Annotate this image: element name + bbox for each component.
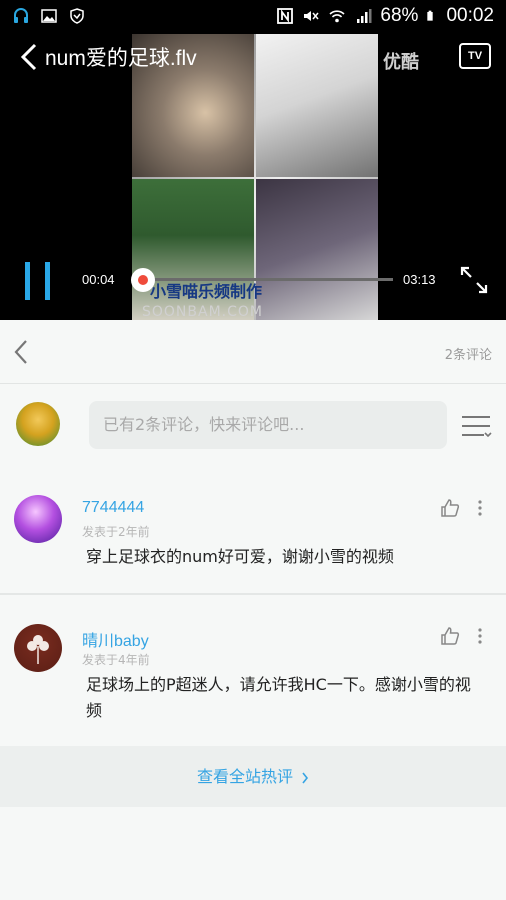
shield-icon	[70, 8, 84, 24]
blank-area	[0, 807, 506, 900]
more-icon[interactable]	[476, 498, 484, 518]
clock: 00:02	[446, 5, 494, 26]
video-watermark-domain: SOONBAM.COM	[142, 304, 263, 320]
nfc-icon	[277, 8, 294, 24]
comment-text: 穿上足球衣的num好可爱，谢谢小雪的视频	[86, 547, 394, 566]
comment-text: 足球场上的P超迷人，请允许我HC一下。感谢小雪的视频	[86, 675, 471, 720]
comment-time: 发表于4年前	[82, 653, 150, 667]
current-time: 00:04	[82, 272, 115, 287]
headset-icon	[14, 8, 28, 23]
video-player[interactable]: 小雪喵乐频制作 SOONBAM.COM num爱的足球.flv 优酷 TV 00…	[0, 34, 506, 320]
wifi-icon	[329, 10, 345, 23]
chevron-right-icon	[302, 772, 309, 783]
comment-time: 发表于2年前	[82, 525, 150, 539]
comment-username[interactable]: 晴川baby	[82, 627, 149, 651]
comment-item: 晴川baby 发表于4年前 足球场上的P超迷人，请允许我HC一下。感谢小雪的视频	[0, 595, 506, 746]
comment-avatar[interactable]	[14, 624, 62, 672]
comment-count: 2条评论	[444, 348, 492, 363]
cast-tv-button[interactable]: TV	[459, 43, 491, 69]
comments-header: 2条评论	[0, 320, 506, 384]
my-avatar[interactable]	[16, 402, 60, 446]
video-watermark: 小雪喵乐频制作	[150, 282, 263, 301]
status-right-icons: 68% 00:02	[276, 5, 494, 27]
progress-bar[interactable]	[140, 278, 393, 281]
view-hot-comments-button[interactable]: 查看全站热评	[0, 746, 506, 807]
signal-icon	[357, 9, 372, 23]
total-time: 03:13	[403, 272, 436, 287]
fullscreen-icon[interactable]	[459, 265, 489, 295]
battery-icon	[427, 10, 434, 21]
back-arrow-icon[interactable]	[18, 42, 42, 72]
sort-menu-icon[interactable]	[460, 411, 492, 441]
comment-username[interactable]: 7744444	[82, 499, 144, 517]
comment-item: 7744444 发表于2年前 穿上足球衣的num好可爱，谢谢小雪的视频	[0, 466, 506, 593]
clover-icon	[27, 635, 49, 664]
progress-knob[interactable]	[131, 268, 155, 292]
comment-input[interactable]: 已有2条评论，快来评论吧...	[89, 401, 447, 449]
thumbs-up-icon[interactable]	[440, 626, 460, 646]
mute-icon	[304, 11, 319, 21]
thumbs-up-icon[interactable]	[440, 498, 460, 518]
back-icon[interactable]	[12, 338, 30, 366]
comment-avatar[interactable]	[14, 495, 62, 543]
more-icon[interactable]	[476, 626, 484, 646]
brand-logo: 优酷	[383, 52, 419, 73]
status-bar: 68% 00:02	[0, 0, 506, 34]
battery-percent: 68%	[380, 5, 419, 26]
comment-composer: 已有2条评论，快来评论吧...	[0, 385, 506, 465]
pause-button[interactable]	[25, 262, 53, 300]
video-title: num爱的足球.flv	[45, 47, 197, 70]
image-icon	[41, 9, 57, 23]
hot-comments-label: 查看全站热评	[196, 767, 293, 786]
status-left-icons	[12, 7, 86, 25]
